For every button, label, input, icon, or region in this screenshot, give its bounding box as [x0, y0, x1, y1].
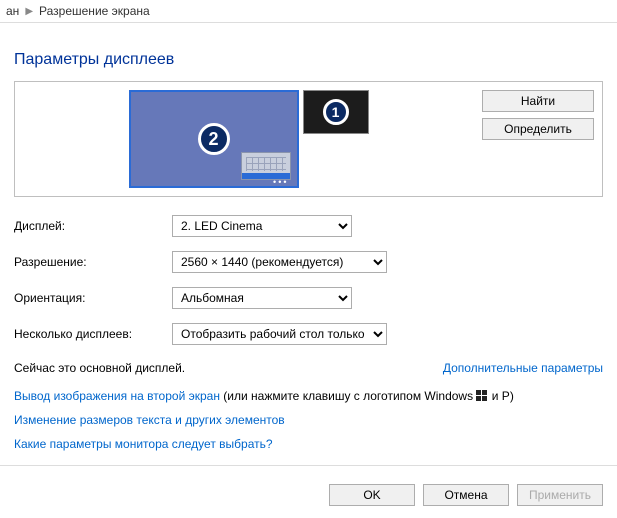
find-button[interactable]: Найти	[482, 90, 594, 112]
orientation-select[interactable]: Альбомная	[172, 287, 352, 309]
text-size-link[interactable]: Изменение размеров текста и других элеме…	[14, 413, 285, 427]
project-link[interactable]: Вывод изображения на второй экран	[14, 389, 220, 403]
chevron-right-icon: ▶	[25, 6, 33, 17]
dots-icon: •••	[273, 177, 288, 187]
resolution-label: Разрешение:	[14, 255, 172, 269]
multiple-displays-select[interactable]: Отобразить рабочий стол только на 2	[172, 323, 387, 345]
ok-button[interactable]: OK	[329, 484, 415, 506]
monitor-2[interactable]: 2 •••	[129, 90, 299, 188]
breadcrumb-prev[interactable]: ан	[6, 4, 19, 18]
monitor-1[interactable]: 1	[303, 90, 369, 134]
primary-display-status: Сейчас это основной дисплей.	[14, 361, 185, 375]
apply-button[interactable]: Применить	[517, 484, 603, 506]
which-settings-link[interactable]: Какие параметры монитора следует выбрать…	[14, 437, 273, 451]
identify-button[interactable]: Определить	[482, 118, 594, 140]
project-suffix-b: и P)	[488, 389, 513, 403]
orientation-label: Ориентация:	[14, 291, 172, 305]
display-select[interactable]: 2. LED Cinema	[172, 215, 352, 237]
windows-logo-icon	[476, 390, 488, 402]
taskbar-icon	[241, 152, 291, 180]
breadcrumb: ан ▶ Разрешение экрана	[0, 0, 617, 23]
display-label: Дисплей:	[14, 219, 172, 233]
monitor-2-number: 2	[198, 123, 230, 155]
separator	[0, 465, 617, 466]
multiple-displays-label: Несколько дисплеев:	[14, 327, 172, 341]
page-title: Параметры дисплеев	[14, 51, 603, 69]
project-suffix-a: (или нажмите клавишу с логотипом Windows	[220, 389, 476, 403]
cancel-button[interactable]: Отмена	[423, 484, 509, 506]
monitor-1-number: 1	[323, 99, 349, 125]
display-arrangement-preview[interactable]: 2 ••• 1 Найти Определить	[14, 81, 603, 197]
advanced-settings-link[interactable]: Дополнительные параметры	[443, 361, 603, 375]
breadcrumb-current[interactable]: Разрешение экрана	[39, 4, 150, 18]
resolution-select[interactable]: 2560 × 1440 (рекомендуется)	[172, 251, 387, 273]
